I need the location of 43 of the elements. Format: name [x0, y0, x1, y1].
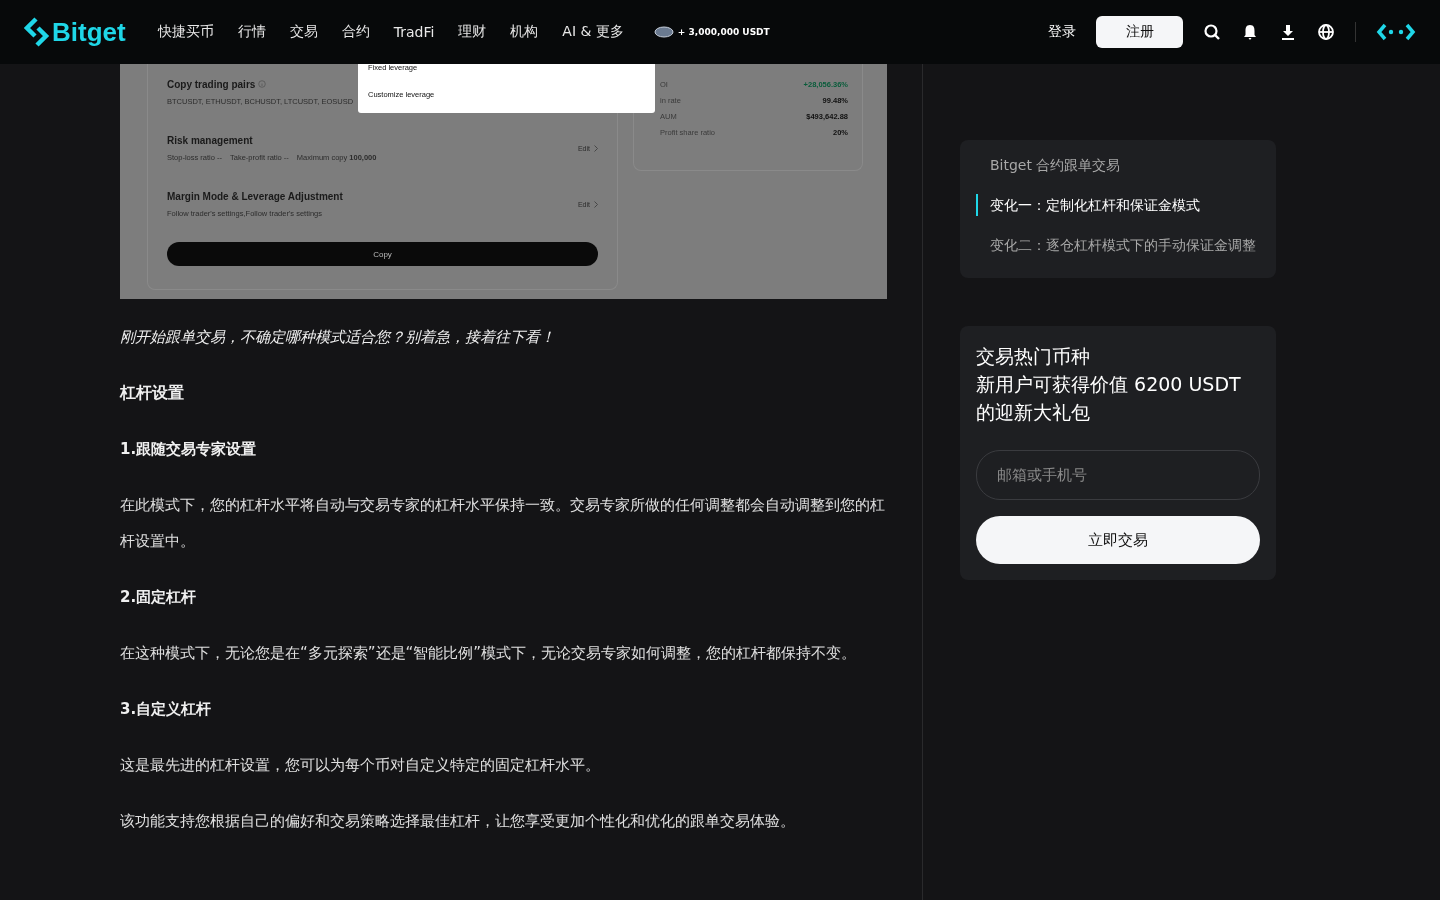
- logo[interactable]: Bitget: [24, 16, 126, 48]
- heading: 1.跟随交易专家设置: [120, 439, 258, 460]
- trade-button[interactable]: 立即交易: [976, 516, 1260, 564]
- card-title: 交易热门币种: [976, 344, 1091, 369]
- email-field[interactable]: 邮箱或手机号: [976, 450, 1260, 500]
- chevron-icon: [594, 144, 598, 152]
- nav-link[interactable]: 理财: [458, 23, 487, 41]
- copy-button[interactable]: Copy: [167, 242, 598, 266]
- nav-link[interactable]: 机构: [510, 23, 539, 41]
- nav-link[interactable]: 合约: [341, 23, 370, 41]
- promo-link[interactable]: + 3,000,000 USDT: [653, 26, 770, 38]
- nav-link[interactable]: 快捷买币: [157, 23, 214, 41]
- heading: 3.自定义杠杆: [120, 699, 213, 720]
- login-link[interactable]: 登录: [1048, 23, 1076, 41]
- paragraph: 这是最先进的杠杆设置，您可以为每个币对自定义特定的固定杠杆水平。: [120, 755, 601, 776]
- badge-icon: [653, 26, 674, 38]
- section-title: Copy trading pairs: [167, 78, 256, 90]
- contents-link[interactable]: Bitget 合约跟单交易: [976, 154, 1260, 176]
- chat-icon[interactable]: [1376, 22, 1416, 42]
- heading: 杠杆设置: [120, 382, 185, 404]
- paragraph: 在这种模式下，无论您是在“多元探索”还是“智能比例”模式下，无论交易专家如何调整，您的杠杆都保持不变。: [120, 643, 858, 664]
- bell-icon[interactable]: [1241, 23, 1259, 41]
- register-button[interactable]: 注册: [1096, 16, 1183, 48]
- logo-icon: [24, 17, 50, 47]
- section-title: Margin Mode & Leverage Adjustment: [167, 190, 343, 202]
- paragraph: 该功能支持您根据自己的偏好和交易策略选择最佳杠杆，让您享受更加个性化和优化的跟单交易体验。: [120, 811, 796, 832]
- card-title: 新用户可获得价值 6200 USDT 的迎新大礼包: [976, 372, 1242, 425]
- nav-link[interactable]: 交易: [289, 23, 318, 41]
- logo-text: Bitget: [52, 16, 126, 48]
- globe-icon[interactable]: [1317, 23, 1335, 41]
- search-icon[interactable]: [1203, 23, 1221, 41]
- nav-link[interactable]: 行情: [237, 23, 266, 41]
- intro-text: 刚开始跟单交易，不确定哪种模式适合您？别着急，接着往下看！: [120, 327, 556, 348]
- nav-link[interactable]: AI & 更多: [562, 23, 624, 41]
- contents-link[interactable]: 变化一：定制化杠杆和保证金模式: [976, 194, 1260, 216]
- promo-text: + 3,000,000 USDT: [677, 27, 770, 37]
- section-title: Risk management: [167, 134, 253, 146]
- chevron-icon: [594, 200, 598, 208]
- nav-link[interactable]: TradFi: [393, 24, 435, 40]
- contents-link[interactable]: 变化二：逐仓杠杆模式下的手动保证金调整: [976, 234, 1260, 256]
- paragraph: 在此模式下，您的杠杆水平将自动与交易专家的杠杆水平保持一致。交易专家所做的任何调整都会自动调整到您的杠杆设置中。: [120, 495, 886, 552]
- download-icon[interactable]: [1279, 23, 1297, 41]
- heading: 2.固定杠杆: [120, 587, 198, 608]
